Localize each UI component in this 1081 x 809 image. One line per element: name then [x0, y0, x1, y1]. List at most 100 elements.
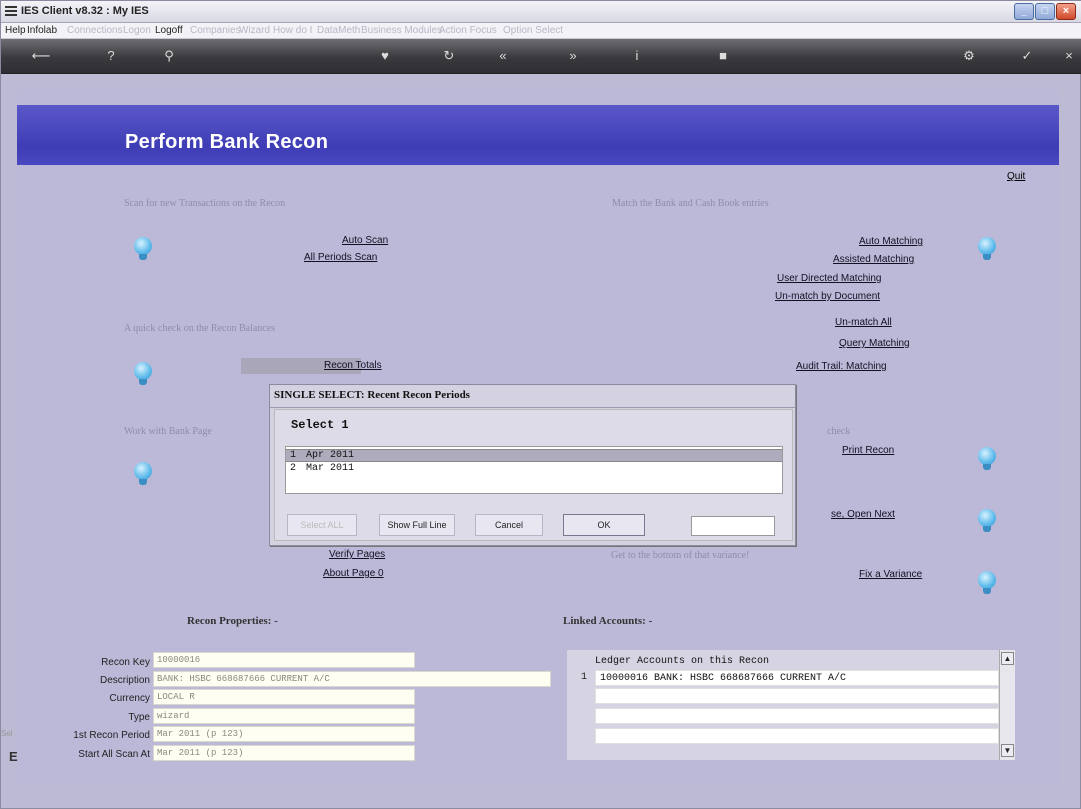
- type-field[interactable]: wizard: [153, 708, 415, 724]
- table-row[interactable]: [595, 708, 999, 724]
- menu-logoff[interactable]: Logoff: [155, 25, 183, 36]
- start-all-scan-field[interactable]: Mar 2011 (p 123): [153, 745, 415, 761]
- print-recon-link[interactable]: Print Recon: [842, 445, 894, 456]
- side-stub-top: Sel: [1, 729, 13, 738]
- menu-action-focus[interactable]: Action Focus: [439, 25, 497, 36]
- dialog-prompt: Select 1: [291, 418, 349, 432]
- ok-button[interactable]: OK: [563, 514, 645, 536]
- list-item-number: 1: [290, 450, 297, 461]
- menu-connections[interactable]: Connections: [67, 25, 123, 36]
- menu-logon[interactable]: Logon: [123, 25, 151, 36]
- lightbulb-icon: [134, 462, 152, 488]
- type-label: Type: [128, 712, 150, 723]
- side-stub-bottom: E: [9, 749, 18, 764]
- maximize-button[interactable]: □: [1035, 3, 1055, 20]
- check-icon[interactable]: ✓: [1017, 48, 1037, 64]
- lightbulb-icon: [978, 447, 996, 473]
- menu-business-modules[interactable]: Business Modules: [361, 25, 442, 36]
- list-item[interactable]: 1 Apr 2011: [286, 449, 782, 462]
- toolbar: ⟵ ? ⚲ ♥ ↻ « » i ■ ⚙ ✓ ×: [1, 39, 1081, 74]
- list-item-number: 2: [290, 463, 297, 474]
- stop-icon[interactable]: ■: [713, 48, 733, 64]
- linked-accounts-list: Ledger Accounts on this Recon 1 10000016…: [567, 650, 1015, 760]
- unmatch-by-document-link[interactable]: Un-match by Document: [775, 291, 880, 302]
- back-icon[interactable]: ⟵: [31, 48, 51, 64]
- menu-howdoi[interactable]: How do I: [273, 25, 312, 36]
- select-all-button[interactable]: Select ALL: [287, 514, 357, 536]
- lightbulb-icon: [978, 571, 996, 597]
- help-icon[interactable]: ?: [101, 48, 121, 64]
- recon-properties-heading: Recon Properties: -: [187, 615, 278, 627]
- page-title: Perform Bank Recon: [125, 131, 329, 153]
- list-item-text: Mar 2011: [306, 463, 355, 474]
- minimize-button[interactable]: _: [1014, 3, 1034, 20]
- close-open-next-link[interactable]: se, Open Next: [831, 509, 895, 520]
- menu-infolab[interactable]: Infolab: [27, 25, 57, 36]
- about-page-0-link[interactable]: About Page 0: [323, 568, 384, 579]
- assisted-matching-link[interactable]: Assisted Matching: [833, 254, 914, 265]
- quit-link[interactable]: Quit: [1007, 171, 1025, 182]
- cancel-button[interactable]: Cancel: [475, 514, 543, 536]
- section-variance: Get to the bottom of that variance!: [611, 550, 750, 561]
- table-row[interactable]: [595, 688, 999, 704]
- settings-icon[interactable]: ⚙: [959, 48, 979, 64]
- rewind-icon[interactable]: «: [493, 48, 513, 64]
- forward-icon[interactable]: »: [563, 48, 583, 64]
- selection-input[interactable]: [691, 516, 775, 536]
- section-quick-check: A quick check on the Recon Balances: [124, 323, 276, 334]
- recon-key-label: Recon Key: [101, 657, 150, 668]
- currency-label: Currency: [109, 693, 150, 704]
- title-bar: IES Client v8.32 : My IES _ □ ×: [1, 1, 1081, 23]
- scroll-up-icon[interactable]: ▲: [1001, 652, 1014, 665]
- currency-field[interactable]: LOCAL R: [153, 689, 415, 705]
- menu-help[interactable]: Help: [5, 25, 26, 36]
- linked-accounts-header: Ledger Accounts on this Recon: [595, 656, 770, 667]
- start-all-scan-label: Start All Scan At: [78, 749, 150, 760]
- dialog-title: SINGLE SELECT: Recent Recon Periods: [274, 389, 470, 401]
- menu-datameth[interactable]: DataMeth: [317, 25, 360, 36]
- description-field[interactable]: BANK: HSBC 668687666 CURRENT A/C: [153, 671, 551, 687]
- close-button[interactable]: ×: [1056, 3, 1076, 20]
- scroll-down-icon[interactable]: ▼: [1001, 744, 1014, 757]
- lightbulb-icon: [978, 237, 996, 263]
- page-banner: Perform Bank Recon: [17, 105, 1059, 165]
- section-check: check: [827, 426, 851, 437]
- all-periods-scan-link[interactable]: All Periods Scan: [304, 252, 377, 263]
- fix-a-variance-link[interactable]: Fix a Variance: [859, 569, 922, 580]
- scrollbar[interactable]: ▲ ▼: [999, 650, 1015, 760]
- lightbulb-icon: [134, 237, 152, 263]
- app-window: IES Client v8.32 : My IES _ □ × Help Inf…: [0, 0, 1081, 809]
- recon-key-field[interactable]: 10000016: [153, 652, 415, 668]
- show-full-line-button[interactable]: Show Full Line: [379, 514, 455, 536]
- audit-trail-matching-link[interactable]: Audit Trail: Matching: [796, 361, 887, 372]
- dialog-divider: [270, 407, 795, 408]
- list-item[interactable]: 2 Mar 2011: [286, 463, 782, 476]
- auto-matching-link[interactable]: Auto Matching: [859, 236, 923, 247]
- menu-bar: Help Infolab Connections Logon Logoff Co…: [1, 23, 1081, 39]
- user-directed-matching-link[interactable]: User Directed Matching: [777, 273, 881, 284]
- dialog-body: Select 1 1 Apr 2011 2 Mar 2011 Select AL…: [274, 409, 793, 541]
- app-icon: [5, 6, 17, 16]
- info-icon[interactable]: i: [627, 48, 647, 64]
- unmatch-all-link[interactable]: Un-match All: [835, 317, 892, 328]
- linked-accounts-heading: Linked Accounts: -: [563, 615, 653, 627]
- verify-pages-link[interactable]: Verify Pages: [329, 549, 385, 560]
- auto-scan-link[interactable]: Auto Scan: [342, 235, 388, 246]
- refresh-icon[interactable]: ↻: [439, 48, 459, 64]
- table-row[interactable]: [595, 728, 999, 744]
- table-row[interactable]: 10000016 BANK: HSBC 668687666 CURRENT A/…: [595, 670, 999, 686]
- close-icon[interactable]: ×: [1059, 48, 1079, 64]
- search-icon[interactable]: ⚲: [159, 48, 179, 64]
- heart-icon[interactable]: ♥: [375, 48, 395, 64]
- period-list[interactable]: 1 Apr 2011 2 Mar 2011: [285, 446, 783, 494]
- section-work-bank-page: Work with Bank Page: [124, 426, 212, 437]
- list-item-text: Apr 2011: [306, 450, 355, 461]
- lightbulb-icon: [978, 509, 996, 535]
- first-recon-period-field[interactable]: Mar 2011 (p 123): [153, 726, 415, 742]
- query-matching-link[interactable]: Query Matching: [839, 338, 910, 349]
- menu-wizard[interactable]: Wizard: [239, 25, 270, 36]
- menu-companies[interactable]: Companies: [190, 25, 241, 36]
- menu-option-select[interactable]: Option Select: [503, 25, 563, 36]
- linked-row-text: 10000016 BANK: HSBC 668687666 CURRENT A/…: [600, 673, 847, 684]
- recon-totals-link[interactable]: Recon Totals: [324, 360, 382, 371]
